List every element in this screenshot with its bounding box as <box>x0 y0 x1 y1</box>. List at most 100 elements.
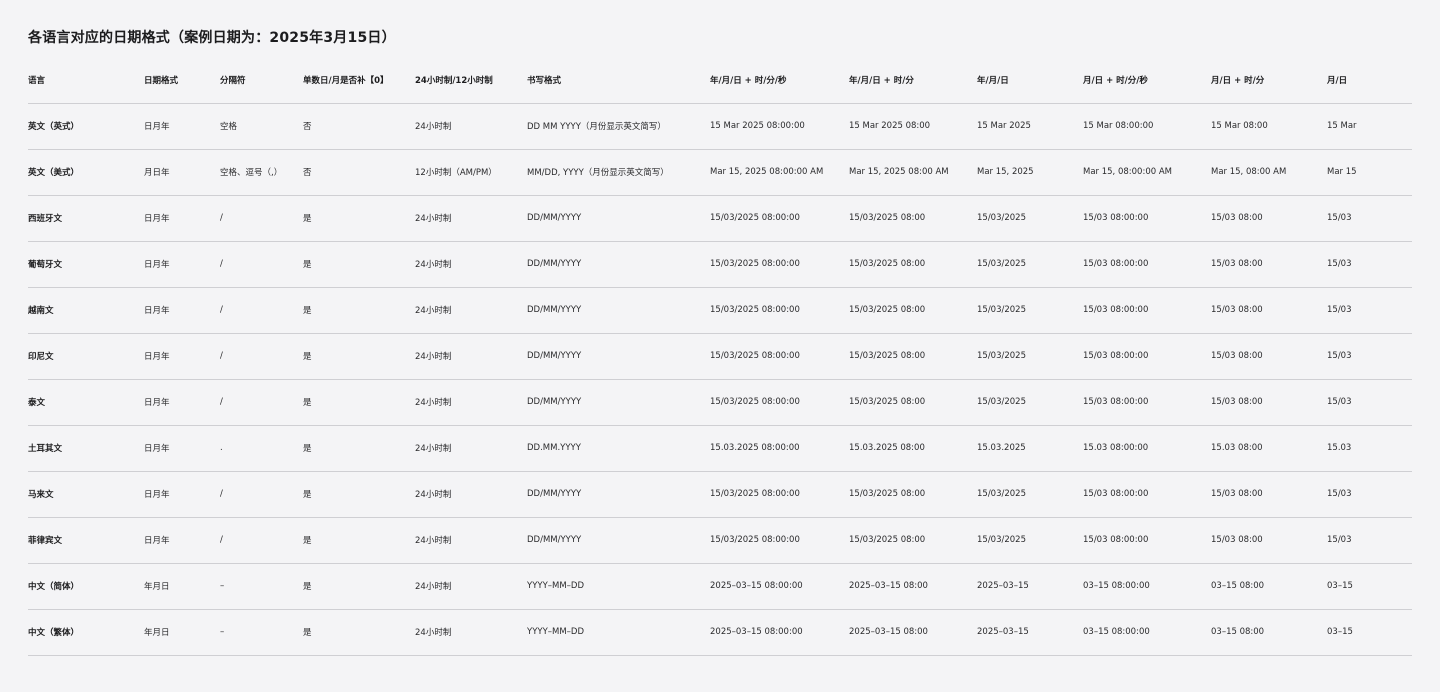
cell-date-order: 日月年 <box>144 425 220 472</box>
cell-ymd-hms: 15.03.2025 08:00:00 <box>710 425 849 472</box>
cell-pattern: MM/DD, YYYY（月份显示英文简写） <box>527 149 710 196</box>
cell-language: 西班牙文 <box>28 195 144 242</box>
table-row: 西班牙文 日月年 / 是 24小时制 DD/MM/YYYY 15/03/2025 08:00… <box>28 195 1412 242</box>
cell-ymd-hms: 2025–03–15 08:00:00 <box>710 609 849 656</box>
cell-date-order: 日月年 <box>144 517 220 564</box>
cell-md: 15 Mar <box>1327 103 1412 150</box>
cell-md: 15/03 <box>1327 471 1412 518</box>
cell-md-hm: 15/03 08:00 <box>1211 287 1327 334</box>
cell-ymd-hm: 15/03/2025 08:00 <box>849 287 977 334</box>
cell-ymd: 2025–03–15 <box>977 609 1083 656</box>
cell-md-hms: 15/03 08:00:00 <box>1083 517 1211 564</box>
cell-ymd-hm: 2025–03–15 08:00 <box>849 609 977 656</box>
table-row: 中文（简体） 年月日 – 是 24小时制 YYYY–MM–DD 2025–03–15 08:… <box>28 563 1412 610</box>
cell-clock-format: 24小时制 <box>415 517 527 564</box>
cell-date-order: 日月年 <box>144 195 220 242</box>
cell-clock-format: 24小时制 <box>415 103 527 150</box>
cell-clock-format: 24小时制 <box>415 241 527 288</box>
table-row: 泰文 日月年 / 是 24小时制 DD/MM/YYYY 15/03/2025 08:00:0… <box>28 379 1412 426</box>
cell-date-order: 日月年 <box>144 379 220 426</box>
cell-separator: 空格 <box>220 103 303 150</box>
cell-ymd-hms: Mar 15, 2025 08:00:00 AM <box>710 149 849 196</box>
cell-md-hms: 15/03 08:00:00 <box>1083 471 1211 518</box>
cell-pattern: DD/MM/YYYY <box>527 471 710 518</box>
cell-separator: / <box>220 241 303 288</box>
column-header-md: 月/日 <box>1327 57 1412 104</box>
table-row: 中文（繁体） 年月日 – 是 24小时制 YYYY–MM–DD 2025–03–15 08:… <box>28 609 1412 656</box>
cell-ymd-hms: 15/03/2025 08:00:00 <box>710 333 849 380</box>
cell-ymd: 15/03/2025 <box>977 195 1083 242</box>
cell-ymd: 15/03/2025 <box>977 379 1083 426</box>
cell-md-hms: 15.03 08:00:00 <box>1083 425 1211 472</box>
cell-zero-padding: 是 <box>303 517 415 564</box>
cell-clock-format: 24小时制 <box>415 287 527 334</box>
cell-pattern: DD.MM.YYYY <box>527 425 710 472</box>
cell-date-order: 月日年 <box>144 149 220 196</box>
cell-ymd: 15/03/2025 <box>977 333 1083 380</box>
table-row: 英文（美式） 月日年 空格、逗号（,）否 12小时制（AM/PM） MM/DD, YYY… <box>28 149 1412 196</box>
cell-ymd-hm: Mar 15, 2025 08:00 AM <box>849 149 977 196</box>
cell-md-hms: 15/03 08:00:00 <box>1083 287 1211 334</box>
date-format-table: 语言 日期格式 分隔符 单数日/月是否补【0】 24小时制/12小时制 书写格式… <box>28 57 1412 656</box>
table-row: 葡萄牙文 日月年 / 是 24小时制 DD/MM/YYYY 15/03/2025 08:00… <box>28 241 1412 288</box>
cell-clock-format: 12小时制（AM/PM） <box>415 149 527 196</box>
cell-clock-format: 24小时制 <box>415 563 527 610</box>
column-header-zero-padding: 单数日/月是否补【0】 <box>303 57 415 104</box>
cell-date-order: 年月日 <box>144 563 220 610</box>
column-header-md-hm: 月/日 + 时/分 <box>1211 57 1327 104</box>
cell-ymd-hm: 15/03/2025 08:00 <box>849 517 977 564</box>
cell-md-hms: 03–15 08:00:00 <box>1083 609 1211 656</box>
cell-date-order: 日月年 <box>144 333 220 380</box>
cell-pattern: DD MM YYYY（月份显示英文简写） <box>527 103 710 150</box>
cell-ymd: 15 Mar 2025 <box>977 103 1083 150</box>
cell-ymd: 15/03/2025 <box>977 287 1083 334</box>
cell-zero-padding: 是 <box>303 471 415 518</box>
table-header: 语言 日期格式 分隔符 单数日/月是否补【0】 24小时制/12小时制 书写格式… <box>28 57 1412 104</box>
cell-md-hms: 15/03 08:00:00 <box>1083 333 1211 380</box>
column-header-separator: 分隔符 <box>220 57 303 104</box>
cell-md-hms: 03–15 08:00:00 <box>1083 563 1211 610</box>
cell-date-order: 日月年 <box>144 287 220 334</box>
cell-md-hm: 15/03 08:00 <box>1211 241 1327 288</box>
cell-language: 英文（英式） <box>28 103 144 150</box>
cell-ymd-hm: 15.03.2025 08:00 <box>849 425 977 472</box>
cell-separator: / <box>220 195 303 242</box>
column-header-clock-format: 24小时制/12小时制 <box>415 57 527 104</box>
cell-language: 英文（美式） <box>28 149 144 196</box>
cell-date-order: 年月日 <box>144 609 220 656</box>
cell-date-order: 日月年 <box>144 471 220 518</box>
column-header-language: 语言 <box>28 57 144 104</box>
cell-clock-format: 24小时制 <box>415 195 527 242</box>
cell-pattern: DD/MM/YYYY <box>527 379 710 426</box>
cell-language: 菲律宾文 <box>28 517 144 564</box>
cell-ymd-hm: 15 Mar 2025 08:00 <box>849 103 977 150</box>
cell-language: 马来文 <box>28 471 144 518</box>
cell-ymd-hms: 2025–03–15 08:00:00 <box>710 563 849 610</box>
cell-zero-padding: 是 <box>303 195 415 242</box>
cell-clock-format: 24小时制 <box>415 333 527 380</box>
column-header-date-order: 日期格式 <box>144 57 220 104</box>
cell-ymd: Mar 15, 2025 <box>977 149 1083 196</box>
cell-separator: / <box>220 333 303 380</box>
cell-md: 03–15 <box>1327 563 1412 610</box>
cell-md: 15/03 <box>1327 517 1412 564</box>
cell-pattern: YYYY–MM–DD <box>527 609 710 656</box>
cell-ymd-hm: 15/03/2025 08:00 <box>849 195 977 242</box>
cell-zero-padding: 否 <box>303 103 415 150</box>
cell-clock-format: 24小时制 <box>415 471 527 518</box>
cell-md: 15/03 <box>1327 287 1412 334</box>
date-format-page: 各语言对应的日期格式（案例日期为：2025年3月15日） 语言 日期格式 分隔符… <box>0 0 1440 692</box>
cell-md-hm: 03–15 08:00 <box>1211 563 1327 610</box>
cell-date-order: 日月年 <box>144 241 220 288</box>
cell-separator: . <box>220 425 303 472</box>
page-title: 各语言对应的日期格式（案例日期为：2025年3月15日） <box>28 30 396 46</box>
cell-separator: 空格、逗号（,） <box>220 149 303 196</box>
cell-md-hms: 15/03 08:00:00 <box>1083 241 1211 288</box>
cell-md: 15.03 <box>1327 425 1412 472</box>
table-row: 马来文 日月年 / 是 24小时制 DD/MM/YYYY 15/03/2025 08:00:… <box>28 471 1412 518</box>
cell-zero-padding: 是 <box>303 425 415 472</box>
cell-language: 泰文 <box>28 379 144 426</box>
cell-separator: / <box>220 379 303 426</box>
cell-md-hm: 15/03 08:00 <box>1211 517 1327 564</box>
cell-separator: / <box>220 287 303 334</box>
